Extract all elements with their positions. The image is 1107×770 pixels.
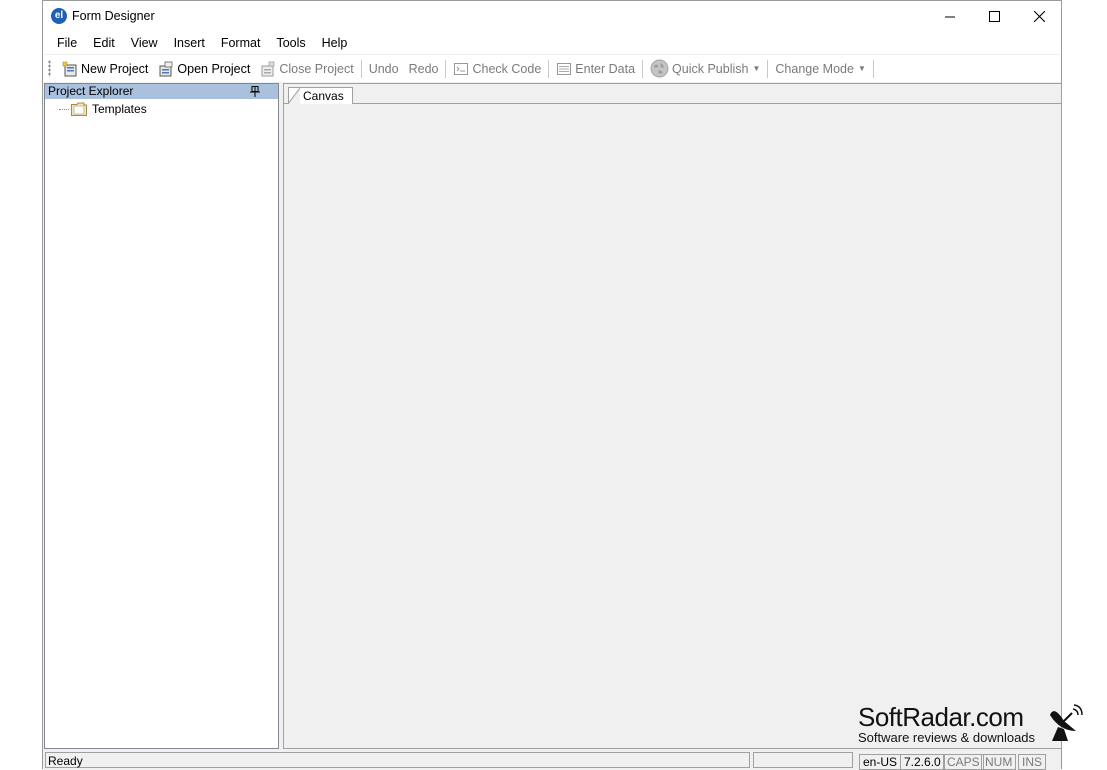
- maximize-button[interactable]: [972, 1, 1017, 32]
- toolbar-separator: [872, 59, 874, 78]
- close-project-icon: [261, 61, 275, 76]
- menu-bar: File Edit View Insert Format Tools Help: [43, 32, 1061, 54]
- close-project-label: Close Project: [279, 61, 354, 76]
- undo-label: Undo: [368, 61, 399, 76]
- tab-edge: [288, 88, 300, 104]
- toolbar: New Project Open Project Close Project U…: [43, 55, 1061, 82]
- menu-format[interactable]: Format: [213, 32, 269, 54]
- canvas-area[interactable]: Canvas: [283, 83, 1062, 749]
- menu-file[interactable]: File: [49, 32, 85, 54]
- satellite-dish-icon: [1050, 704, 1083, 741]
- check-code-label: Check Code: [472, 61, 542, 76]
- close-icon: [1034, 11, 1045, 22]
- project-explorer-title: Project Explorer: [48, 84, 134, 98]
- menu-insert[interactable]: Insert: [166, 32, 213, 54]
- change-mode-label: Change Mode: [775, 61, 854, 76]
- check-code-button[interactable]: Check Code: [448, 58, 546, 80]
- open-project-icon: [159, 61, 173, 76]
- folder-icon: [71, 102, 87, 116]
- open-project-button[interactable]: Open Project: [153, 58, 255, 80]
- menu-edit[interactable]: Edit: [85, 32, 123, 54]
- chevron-down-icon: ▼: [857, 64, 866, 73]
- new-project-button[interactable]: New Project: [57, 58, 153, 80]
- new-project-icon: [62, 61, 77, 76]
- project-explorer-panel: Project Explorer Templates: [44, 83, 279, 749]
- status-progress-panel: [753, 752, 853, 768]
- status-message: Ready: [45, 752, 750, 768]
- project-explorer-header: Project Explorer: [45, 84, 278, 99]
- toolbar-separator: [445, 59, 447, 78]
- tab-canvas-label: Canvas: [303, 89, 344, 103]
- toolbar-separator: [767, 59, 769, 78]
- status-ins: INS: [1018, 754, 1047, 770]
- tree-item-templates[interactable]: Templates: [59, 102, 147, 116]
- maximize-icon: [989, 11, 1000, 22]
- watermark-title: SoftRadar.com: [858, 702, 1024, 732]
- menu-view[interactable]: View: [123, 32, 166, 54]
- status-num: NUM: [981, 754, 1017, 770]
- app-window: el Form Designer File Edit View Insert F…: [42, 0, 1062, 770]
- toolbar-separator: [548, 59, 550, 78]
- change-mode-button[interactable]: Change Mode ▼: [770, 58, 870, 80]
- pin-icon[interactable]: [250, 86, 260, 97]
- minimize-button[interactable]: [927, 1, 972, 32]
- close-button[interactable]: [1017, 1, 1062, 32]
- tab-canvas[interactable]: Canvas: [288, 87, 353, 104]
- window-title: Form Designer: [72, 9, 155, 23]
- close-project-button[interactable]: Close Project: [255, 58, 358, 80]
- menu-help[interactable]: Help: [314, 32, 356, 54]
- toolbar-separator: [642, 59, 644, 78]
- title-bar: el Form Designer: [43, 1, 1061, 32]
- quick-publish-label: Quick Publish: [672, 61, 749, 76]
- enter-data-label: Enter Data: [575, 61, 636, 76]
- status-bar: Ready en-US 7.2.6.0 CAPS NUM INS: [43, 751, 1061, 770]
- status-locale: en-US: [859, 754, 902, 770]
- watermark-subtitle: Software reviews & downloads: [858, 730, 1036, 745]
- redo-button[interactable]: Redo: [404, 58, 444, 80]
- enter-data-button[interactable]: Enter Data: [551, 58, 640, 80]
- menu-tools[interactable]: Tools: [268, 32, 313, 54]
- softradar-watermark: SoftRadar.com Software reviews & downloa…: [858, 703, 1035, 745]
- chevron-down-icon: ▼: [752, 64, 761, 73]
- quick-publish-button[interactable]: Quick Publish ▼: [645, 58, 765, 80]
- check-code-icon: [454, 62, 469, 75]
- new-project-label: New Project: [81, 61, 149, 76]
- redo-label: Redo: [408, 61, 439, 76]
- enter-data-icon: [557, 62, 572, 75]
- status-version: 7.2.6.0: [900, 754, 945, 770]
- status-caps: CAPS: [943, 754, 984, 770]
- minimize-icon: [944, 16, 955, 17]
- tree-item-label: Templates: [92, 102, 147, 116]
- undo-button[interactable]: Undo: [364, 58, 404, 80]
- globe-icon: [650, 59, 669, 78]
- toolbar-grip[interactable]: [48, 60, 51, 77]
- tree-connector: [59, 108, 69, 110]
- toolbar-separator: [360, 59, 362, 78]
- app-logo-icon: el: [51, 8, 67, 24]
- tab-strip: Canvas: [284, 84, 1061, 104]
- open-project-label: Open Project: [177, 61, 251, 76]
